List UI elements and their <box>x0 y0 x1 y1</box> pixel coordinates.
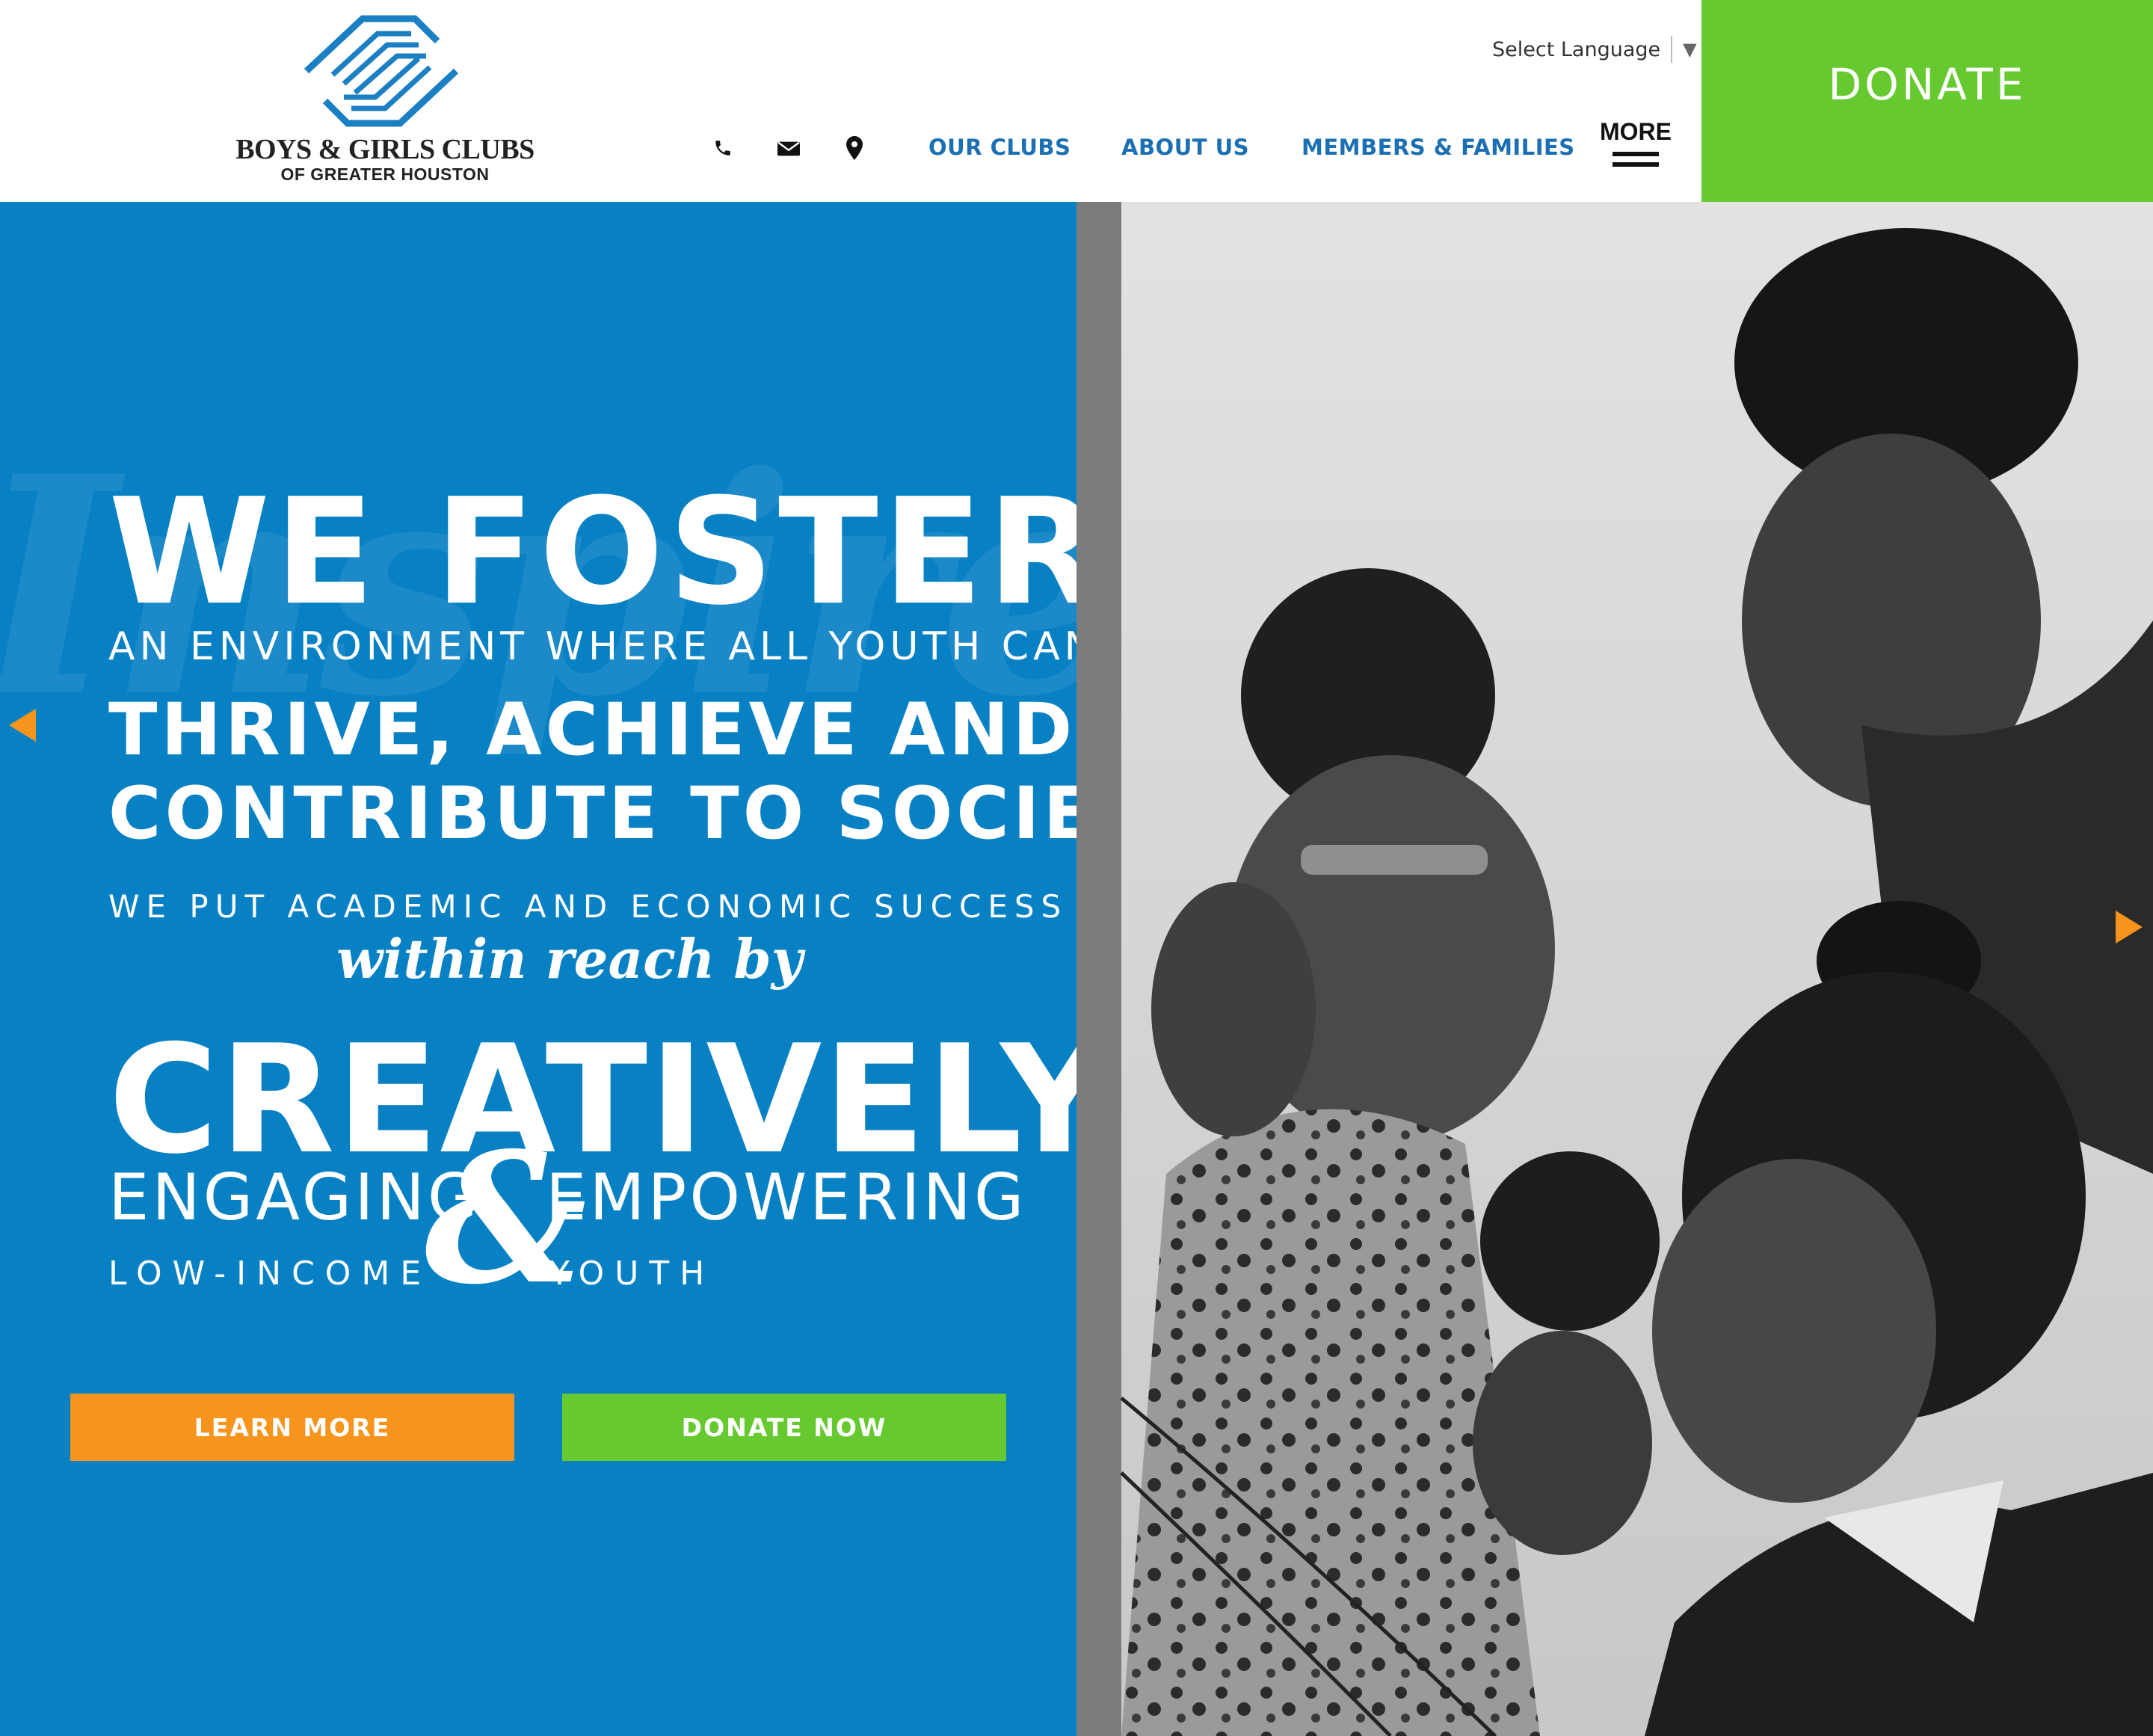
language-label: Select Language <box>1492 37 1661 61</box>
language-divider <box>1671 36 1673 63</box>
nav-about-us[interactable]: ABOUT US <box>1121 135 1249 160</box>
learn-more-button[interactable]: LEARN MORE <box>70 1394 514 1461</box>
more-menu-button[interactable]: MORE <box>1598 118 1673 167</box>
hero-line-empowering: EMPOWERING <box>546 1160 1027 1235</box>
nav-members-families[interactable]: MEMBERS & FAMILIES <box>1302 135 1575 160</box>
hero-line-environment: AN ENVIRONMENT WHERE ALL YOUTH CAN <box>108 624 1076 669</box>
carousel-prev-arrow-icon[interactable] <box>9 709 36 742</box>
hero-line-thrive: THRIVE, ACHIEVE AND <box>108 688 1076 772</box>
hero-line-contribute: CONTRIBUTE TO SOCIETY. <box>108 772 1076 855</box>
clasped-hands-logo-icon <box>304 15 459 127</box>
hero-panel: Inspire WE FOSTER AN ENVIRONMENT WHERE A… <box>0 202 1076 1736</box>
hero-line-success: WE PUT ACADEMIC AND ECONOMIC SUCCESS <box>108 888 1068 925</box>
donate-button[interactable]: DONATE <box>1701 0 2153 202</box>
site-header: BOYS & GIRLS CLUBS OF GREATER HOUSTON Se… <box>0 0 2153 202</box>
nav-our-clubs[interactable]: OUR CLUBS <box>928 135 1071 160</box>
language-selector[interactable]: Select Language ▼ <box>1492 33 1697 66</box>
map-pin-icon[interactable] <box>843 135 866 161</box>
hero-line-youth: YOUTH <box>549 1255 715 1293</box>
donate-now-button[interactable]: DONATE NOW <box>562 1394 1006 1461</box>
envelope-icon[interactable] <box>777 135 800 161</box>
logo[interactable]: BOYS & GIRLS CLUBS OF GREATER HOUSTON <box>224 15 546 187</box>
logo-title: BOYS & GIRLS CLUBS <box>235 134 535 165</box>
carousel-next-arrow-icon[interactable] <box>2116 911 2143 944</box>
more-label: MORE <box>1600 118 1672 145</box>
hero-photo-image <box>1076 202 2153 1736</box>
hamburger-icon <box>1613 152 1659 156</box>
logo-subtitle: OF GREATER HOUSTON <box>280 164 490 184</box>
hamburger-icon-bar <box>1613 162 1659 167</box>
chevron-down-icon: ▼ <box>1683 39 1697 60</box>
hero-heading: WE FOSTER <box>108 467 1076 638</box>
contact-icons <box>712 135 866 161</box>
hero-photo <box>1076 202 2153 1736</box>
phone-icon[interactable] <box>712 135 734 161</box>
hero-line-within-reach: within reach by <box>336 927 803 991</box>
hero-line-low-income: LOW-INCOME <box>108 1255 432 1293</box>
